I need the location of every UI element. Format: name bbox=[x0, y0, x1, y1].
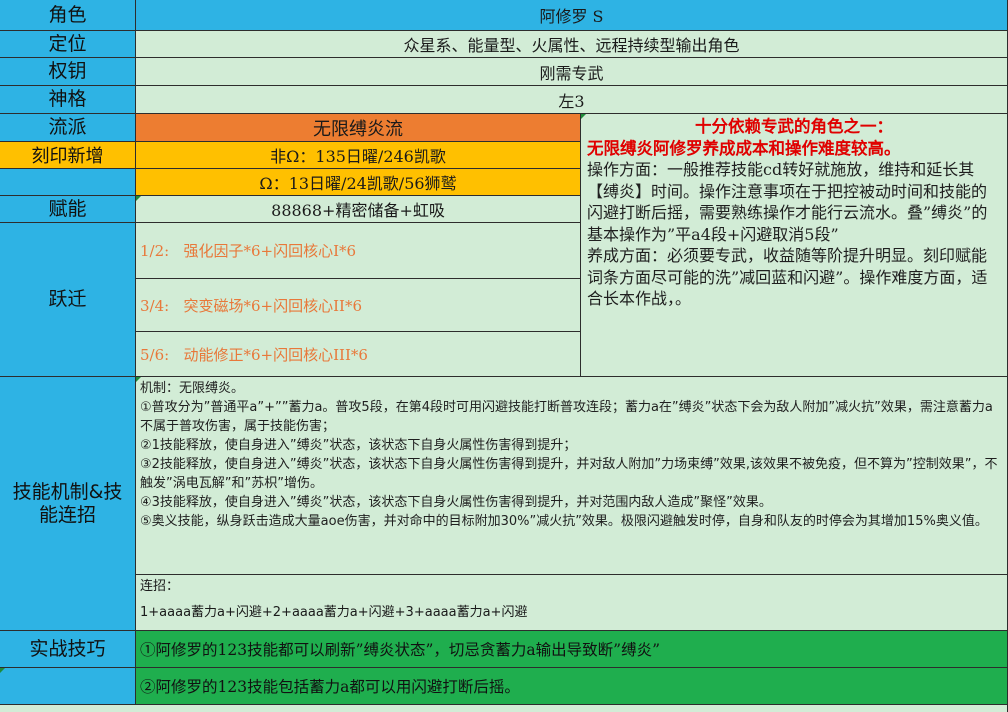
note-red-line-1: 十分依赖专武的角色之一： bbox=[695, 117, 893, 136]
leap-item-2-text: 3/4: 突变磁场*6+闪回核心II*6 bbox=[140, 296, 363, 315]
label-key-text: 权钥 bbox=[48, 60, 87, 83]
label-talent-text: 赋能 bbox=[48, 197, 87, 220]
label-practice-blank[interactable] bbox=[0, 668, 136, 705]
combo-title: 连招： bbox=[140, 579, 180, 594]
note-cell[interactable]: 十分依赖专武的角色之一： 无限缚炎阿修罗养成成本和操作难度较高。 操作方面：一般… bbox=[581, 114, 1008, 377]
comment-marker-icon bbox=[0, 668, 5, 673]
label-imprint[interactable]: 刻印新增 bbox=[0, 142, 136, 169]
label-talent[interactable]: 赋能 bbox=[0, 196, 136, 223]
value-school-text: 无限缚炎流 bbox=[313, 118, 403, 140]
value-imprint-2[interactable]: Ω：13日曜/24凯歌/56狮鹫 bbox=[136, 169, 581, 196]
label-practice-text: 实战技巧 bbox=[29, 637, 106, 660]
label-school-text: 流派 bbox=[48, 116, 87, 139]
mech-line-5: ⑤奥义技能，纵身跃击造成大量aoe伤害，并对命中的目标附加30%”减火抗”效果。… bbox=[140, 514, 988, 529]
label-role-text: 角色 bbox=[48, 3, 87, 26]
value-divinity[interactable]: 左3 bbox=[136, 86, 1008, 114]
label-divinity-text: 神格 bbox=[48, 88, 87, 111]
label-leap[interactable]: 跃迁 bbox=[0, 223, 136, 377]
comment-marker-icon bbox=[581, 114, 586, 119]
practice-tip-2-text: ②阿修罗的123技能包括蓄力a都可以用闪避打断后摇。 bbox=[140, 678, 520, 696]
value-divinity-text: 左3 bbox=[558, 91, 585, 111]
value-role-text: 阿修罗 S bbox=[539, 7, 604, 26]
leap-item-1[interactable]: 1/2: 强化因子*6+闪回核心I*6 bbox=[136, 223, 581, 279]
label-position-text: 定位 bbox=[48, 32, 87, 55]
label-imprint-blank[interactable] bbox=[0, 169, 136, 196]
sheet-bottom-row bbox=[0, 705, 1008, 712]
label-position[interactable]: 定位 bbox=[0, 31, 136, 58]
value-imprint-2-text: Ω：13日曜/24凯歌/56狮鹫 bbox=[259, 174, 457, 193]
leap-item-3[interactable]: 5/6: 动能修正*6+闪回核心III*6 bbox=[136, 332, 581, 377]
skills-mechanics[interactable]: 机制：无限缚炎。 ①普攻分为”普通平a”+””蓄力a。普攻5段，在第4段时可用闪… bbox=[136, 377, 1008, 575]
value-role[interactable]: 阿修罗 S bbox=[136, 0, 1008, 31]
label-imprint-text: 刻印新增 bbox=[31, 146, 104, 167]
label-school[interactable]: 流派 bbox=[0, 114, 136, 142]
mech-line-1: ①普攻分为”普通平a”+””蓄力a。普攻5段，在第4段时可用闪避技能打断普攻连段… bbox=[140, 400, 993, 434]
leap-item-2[interactable]: 3/4: 突变磁场*6+闪回核心II*6 bbox=[136, 279, 581, 332]
label-divinity[interactable]: 神格 bbox=[0, 86, 136, 114]
value-imprint-1[interactable]: 非Ω：135日曜/246凯歌 bbox=[136, 142, 581, 169]
value-talent-text: 88868+精密储备+虹吸 bbox=[271, 201, 445, 220]
label-practice[interactable]: 实战技巧 bbox=[0, 631, 136, 668]
label-role[interactable]: 角色 bbox=[0, 0, 136, 31]
practice-tip-1[interactable]: ①阿修罗的123技能都可以刷新”缚炎状态”，切忌贪蓄力a输出导致断”缚炎” bbox=[136, 631, 1008, 668]
spreadsheet: 角色 阿修罗 S 定位 众星系、能量型、火属性、远程持续型输出角色 权钥 刚需专… bbox=[0, 0, 1008, 712]
note-body: 操作方面：一般推荐技能cd转好就施放，维持和延长其【缚炎】时间。操作注意事项在于… bbox=[587, 160, 988, 308]
practice-tip-1-text: ①阿修罗的123技能都可以刷新”缚炎状态”，切忌贪蓄力a输出导致断”缚炎” bbox=[140, 641, 661, 659]
value-school[interactable]: 无限缚炎流 bbox=[136, 114, 581, 142]
label-skills[interactable]: 技能机制&技能连招 bbox=[0, 377, 136, 631]
skills-combo[interactable]: 连招： 1+aaaa蓄力a+闪避+2+aaaa蓄力a+闪避+3+aaaa蓄力a+… bbox=[136, 575, 1008, 631]
value-position[interactable]: 众星系、能量型、火属性、远程持续型输出角色 bbox=[136, 31, 1008, 58]
comment-marker-icon bbox=[136, 196, 141, 201]
combo-sequence: 1+aaaa蓄力a+闪避+2+aaaa蓄力a+闪避+3+aaaa蓄力a+闪避 bbox=[140, 605, 528, 620]
label-leap-text: 跃迁 bbox=[48, 288, 87, 311]
mech-line-2: ②1技能释放，使自身进入”缚炎”状态，该状态下自身火属性伤害得到提升； bbox=[140, 438, 577, 453]
leap-item-3-text: 5/6: 动能修正*6+闪回核心III*6 bbox=[140, 345, 368, 364]
value-key-text: 刚需专武 bbox=[539, 63, 604, 83]
value-position-text: 众星系、能量型、火属性、远程持续型输出角色 bbox=[403, 36, 740, 55]
value-key[interactable]: 刚需专武 bbox=[136, 58, 1008, 86]
comment-marker-icon bbox=[136, 377, 141, 382]
value-imprint-1-text: 非Ω：135日曜/246凯歌 bbox=[270, 147, 446, 166]
mech-line-3: ③2技能释放，使自身进入”缚炎”状态，该状态下自身火属性伤害得到提升，并对敌人附… bbox=[140, 457, 998, 491]
note-red-line-2: 无限缚炎阿修罗养成成本和操作难度较高。 bbox=[587, 138, 901, 158]
mech-line-4: ④3技能释放，使自身进入”缚炎”状态，该状态下自身火属性伤害得到提升，并对范围内… bbox=[140, 495, 772, 510]
leap-item-1-text: 1/2: 强化因子*6+闪回核心I*6 bbox=[140, 242, 357, 260]
label-key[interactable]: 权钥 bbox=[0, 58, 136, 86]
mech-line-0: 机制：无限缚炎。 bbox=[140, 381, 245, 396]
value-talent[interactable]: 88868+精密储备+虹吸 bbox=[136, 196, 581, 223]
practice-tip-2[interactable]: ②阿修罗的123技能包括蓄力a都可以用闪避打断后摇。 bbox=[136, 668, 1008, 705]
label-skills-text: 技能机制&技能连招 bbox=[12, 480, 123, 526]
